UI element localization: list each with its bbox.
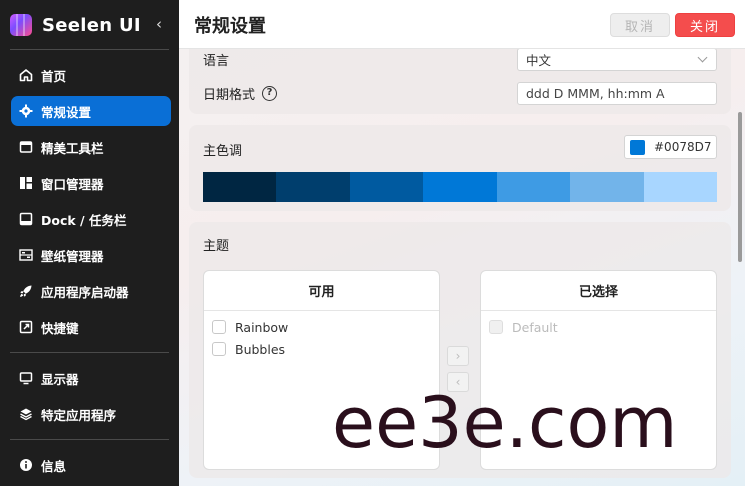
page-title: 常规设置 — [194, 16, 266, 37]
sidebar-item-label: 显示器 — [41, 371, 79, 387]
sidebar-divider — [10, 352, 169, 353]
sidebar-item-window-manager[interactable]: 窗口管理器 — [11, 168, 171, 198]
accent-palette-swatch[interactable] — [203, 172, 277, 202]
accent-palette-swatch[interactable] — [276, 172, 350, 202]
sidebar-item-general[interactable]: 常规设置 — [11, 96, 171, 126]
accent-palette-swatch[interactable] — [496, 172, 571, 202]
theme-label: 主题 — [203, 239, 230, 254]
layers-icon — [19, 407, 33, 421]
sidebar-item-label: 窗口管理器 — [41, 176, 104, 192]
sidebar-item-label: 信息 — [41, 458, 67, 474]
selected-themes-title: 已选择 — [481, 271, 716, 311]
shortcut-icon — [19, 320, 33, 334]
theme-checkbox[interactable] — [212, 342, 226, 356]
sidebar-item-label: 壁纸管理器 — [41, 248, 104, 264]
accent-color-hex: #0078D7 — [654, 140, 712, 154]
accent-color-card: 主色调 #0078D7 — [189, 125, 731, 211]
watermark: ee3e.com — [332, 382, 678, 464]
sidebar-item-shortcuts[interactable]: 快捷键 — [11, 312, 171, 342]
home-icon — [19, 68, 33, 82]
sidebar-item-home[interactable]: 首页 — [11, 60, 171, 90]
sidebar-item-launcher[interactable]: 应用程序启动器 — [11, 276, 171, 306]
sidebar-divider — [10, 439, 169, 440]
sidebar-item-label: 特定应用程序 — [41, 407, 117, 423]
seelen-logo — [10, 14, 32, 36]
window-manager-icon — [19, 176, 33, 190]
theme-item-label: Bubbles — [235, 341, 286, 357]
accent-color-label-text: 主色调 — [203, 144, 243, 159]
page-header: 常规设置 取消 关闭 — [179, 0, 745, 49]
theme-item-label: Rainbow — [235, 319, 289, 335]
theme-checkbox[interactable] — [212, 320, 226, 334]
sidebar-item-dock[interactable]: Dock / 任务栏 — [11, 204, 171, 234]
wallpaper-icon — [19, 248, 33, 262]
theme-item-bubbles[interactable]: Bubbles — [212, 339, 285, 359]
accent-palette-swatch[interactable] — [423, 172, 497, 202]
accent-palette-swatch[interactable] — [349, 172, 424, 202]
chevron-down-icon — [697, 52, 708, 63]
chevron-left-icon[interactable]: ‹ — [152, 15, 166, 33]
accent-palette-swatch[interactable] — [643, 172, 717, 202]
accent-palette-swatch[interactable] — [570, 172, 644, 202]
theme-item-rainbow[interactable]: Rainbow — [212, 317, 288, 337]
sidebar-item-app-specific[interactable]: 特定应用程序 — [11, 399, 171, 429]
rocket-icon — [19, 284, 33, 298]
sidebar-item-monitors[interactable]: 显示器 — [11, 363, 171, 393]
sidebar-item-label: 常规设置 — [41, 104, 92, 120]
date-format-label: 日期格式 ? — [203, 84, 278, 103]
cancel-button[interactable]: 取消 — [610, 13, 670, 37]
info-icon — [19, 458, 33, 472]
language-label: 语言 — [203, 50, 229, 69]
help-icon[interactable]: ? — [262, 86, 278, 101]
sidebar: Seelen UI ‹ 首页 常规设置 精美工具栏 窗口管理器 Dock / 任… — [0, 0, 179, 486]
sidebar-item-label: Dock / 任务栏 — [41, 212, 127, 228]
monitor-icon — [19, 371, 33, 385]
date-format-input[interactable]: ddd D MMM, hh:mm A — [517, 82, 717, 105]
brand: Seelen UI — [10, 12, 141, 38]
sidebar-item-label: 应用程序启动器 — [41, 284, 129, 300]
accent-color-picker[interactable]: #0078D7 — [624, 135, 717, 159]
available-themes-title: 可用 — [204, 271, 439, 311]
sidebar-item-label: 快捷键 — [41, 320, 79, 336]
sidebar-item-wallpaper[interactable]: 壁纸管理器 — [11, 240, 171, 270]
sidebar-item-label: 精美工具栏 — [41, 140, 104, 156]
accent-color-swatch — [630, 139, 645, 155]
toolbar-icon — [19, 140, 33, 154]
theme-item-default: Default — [489, 317, 558, 337]
accent-color-label: 主色调 — [203, 140, 242, 159]
close-button[interactable]: 关闭 — [675, 13, 735, 37]
scrollbar[interactable] — [738, 112, 742, 262]
theme-item-label: Default — [512, 319, 558, 335]
date-format-label-text: 日期格式 — [203, 88, 256, 103]
gear-icon — [19, 104, 33, 118]
date-format-value: ddd D MMM, hh:mm A — [526, 86, 665, 101]
dock-icon — [19, 212, 33, 226]
language-select[interactable]: 中文 — [517, 48, 717, 71]
sidebar-divider — [10, 49, 169, 50]
sidebar-item-info[interactable]: 信息 — [11, 450, 171, 480]
app-title: Seelen UI — [42, 14, 141, 36]
sidebar-item-label: 首页 — [41, 68, 67, 84]
theme-checkbox — [489, 320, 503, 334]
language-label-text: 语言 — [203, 54, 230, 69]
sidebar-item-toolbar[interactable]: 精美工具栏 — [11, 132, 171, 162]
move-right-button[interactable]: › — [447, 346, 469, 366]
accent-palette — [203, 172, 717, 202]
language-select-value: 中文 — [526, 53, 552, 68]
